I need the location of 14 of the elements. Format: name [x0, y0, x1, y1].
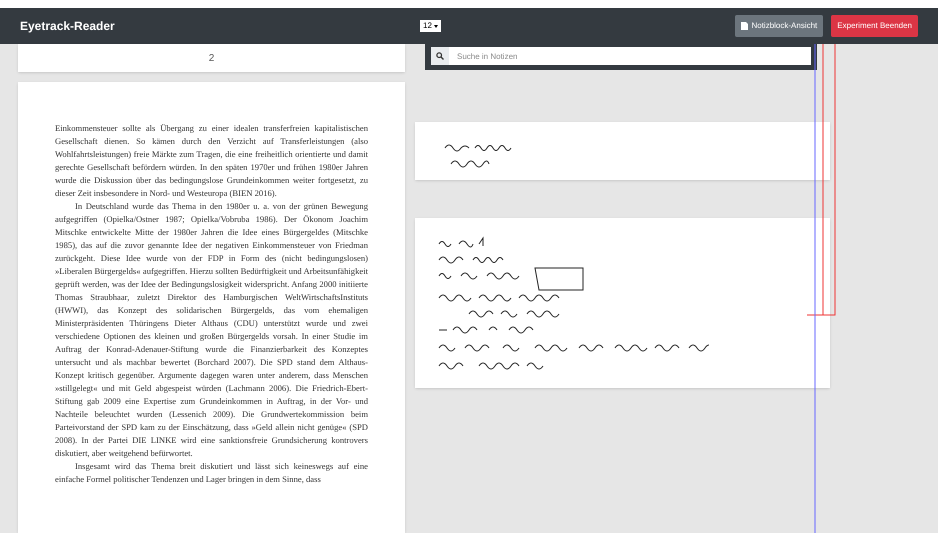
toolbar-button[interactable]: Notizblock-Ansicht	[735, 15, 824, 37]
note-card[interactable]	[415, 122, 830, 180]
caret-icon	[434, 24, 438, 28]
note-card[interactable]	[415, 218, 830, 388]
search-field[interactable]: Suche in Notizen	[449, 47, 811, 65]
body-paragraph: Einkommensteuer sollte als Übergang zu einer idealen transferfreien kapitalistischen Gesellschaft dienen. So kämen durch den Verzicht auf Transferleistungen (also Wohlfahrtsleistungen) freie Märkte zum Tragen, die eine freiheitlich orientierte und damit gerechte Gesellschaft befördern würden. In den späten 1970er und frühen 1980er Jahren wurde die Diskussion über das bedingungslose Grundeinkommen weiter fortgesetzt, zu dieser Zeit insbesondere in Nord- und Westeuropa (BIEN 2016).	[55, 122, 368, 200]
page-number: 2	[208, 52, 214, 66]
document-icon	[741, 22, 748, 30]
toolbar-button[interactable]: Experiment Beenden	[831, 15, 918, 37]
body-paragraph: Insgesamt wird das Thema breit diskutiert und lässt sich keineswegs auf eine einfache Formel politischer Tendenzen und Lager bringen in dem Sinne, dass	[55, 460, 368, 486]
app-title: Eyetrack-Reader	[20, 18, 116, 35]
search-icon	[436, 52, 444, 60]
body-paragraph: In Deutschland wurde das Thema in den 1980er u. a. von der grünen Bewegung aufgegriffen (Opielka/Ostner 1987; Opielka/Vobruba 1986). Der Ökonom Joachim Mitschke entwickelte Mitte der 1980er Jahren die Idee eines Bürgergeldes (Mitschke 1985), das auf die zuvor genannte Idee der negativen Einkommensteuer von Friedman zurückgeht. Diese Idee wurde von der FDP in Form des (nicht bedingungslosen) »Liberalen Bürgergelds« aufgegriffen. Hierzu sollten Bedürftigkeit und Arbeitsunfähigkeit geprüft werden, was der Idee der Bedingungslosigkeit widerspricht. Anfang 2000 initiierte Thomas Straubhaar, zuletzt Direktor des Hamburgischen WeltWirtschaftsInstituts (HWWI), das Konzept des solidarischen Bürgergelds, das vom ehemaligen Ministerpräsidenten Thüringens Dieter Althaus (CDU) unterstützt wurde und zwei verschiedene Optionen des kleinen und großen Bürgergelds vorsah. In einer Studie im Auftrag der Konrad-Adenauer-Stiftung wurde die Finanzierbarkeit des Konzeptes untersucht und als machbar bewertet (Borchard 2007). Die SPD stand dem Althaus- Konzept kritisch gegenüber. Argumente dagegen waren unter anderem, dass Menschen »stillgelegt« und mit Geld abgespeist würden (Lachmann 2006). Die Friedrich-Ebert-Stiftung gab 2009 eine Expertise zum Grundeinkommen in Auftrag, in der Vor- und Nachteile beleuchtet wurden (Lessenich 2009). Die Grundwertekommission beim Parteivorstand der SPD kam zu der Einschätzung, dass »Geld allein nicht genüge« (SPD 2008). In der Partei DIE LINKE wird eine sanktionsfreie Grundsicherung kontrovers diskutiert, aber weitgehend befürwortet.	[55, 200, 368, 460]
font-size-select[interactable]: 12	[420, 20, 441, 32]
